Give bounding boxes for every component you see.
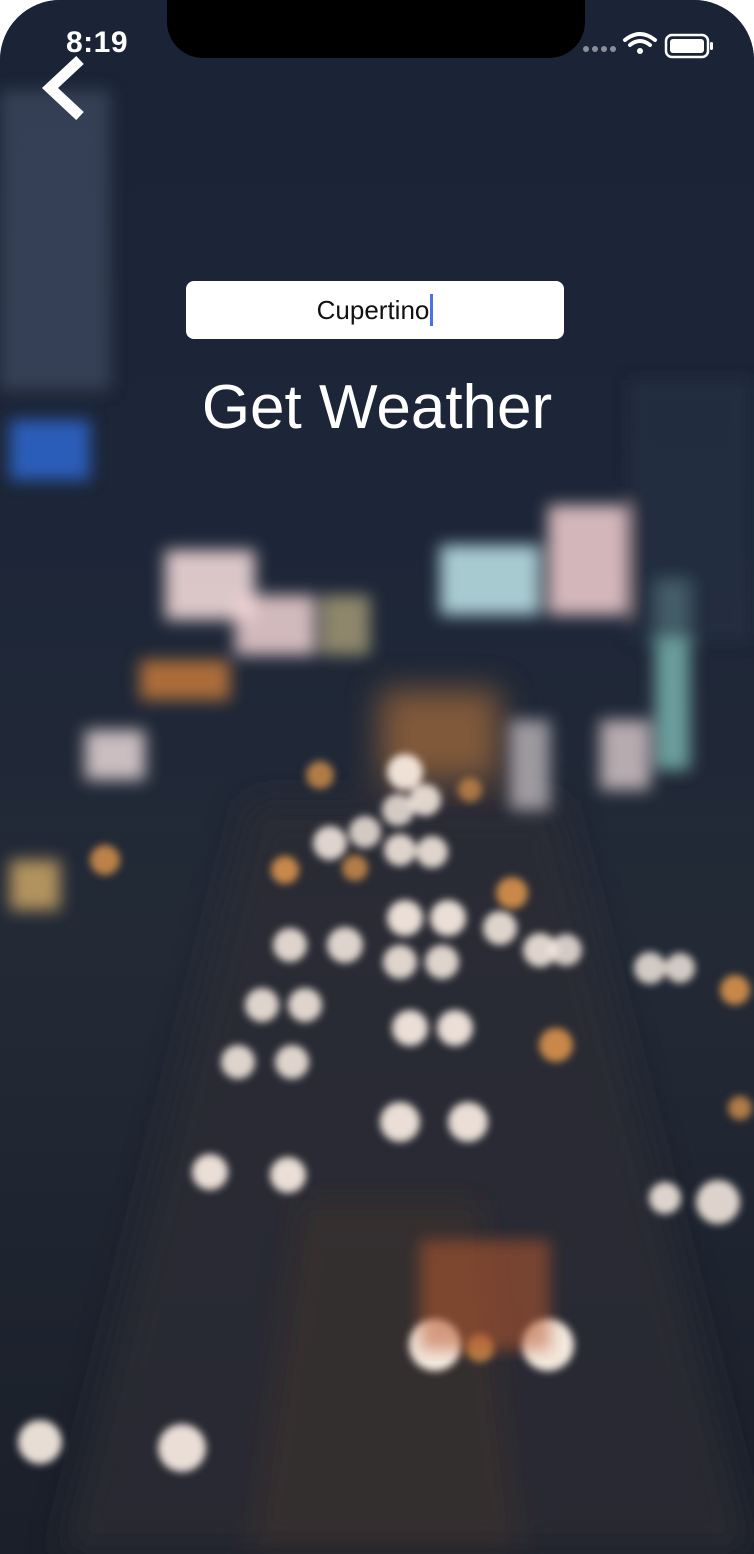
wifi-icon [623, 32, 657, 54]
chevron-left-icon [41, 55, 84, 121]
cellular-dots-icon [583, 46, 616, 52]
city-search-input[interactable]: Cupertino [186, 281, 564, 339]
city-search-field[interactable]: Cupertino [186, 281, 564, 339]
back-button[interactable] [38, 54, 94, 121]
status-bar-indicators [583, 32, 713, 59]
city-night-background-image [0, 0, 754, 1554]
city-search-value: Cupertino [316, 294, 430, 325]
device-notch [167, 0, 585, 58]
battery-icon [664, 33, 713, 59]
text-cursor [430, 294, 434, 326]
app-screen: 8:19 Cupertino Get Weather [0, 0, 754, 1554]
get-weather-button[interactable]: Get Weather [0, 372, 754, 443]
